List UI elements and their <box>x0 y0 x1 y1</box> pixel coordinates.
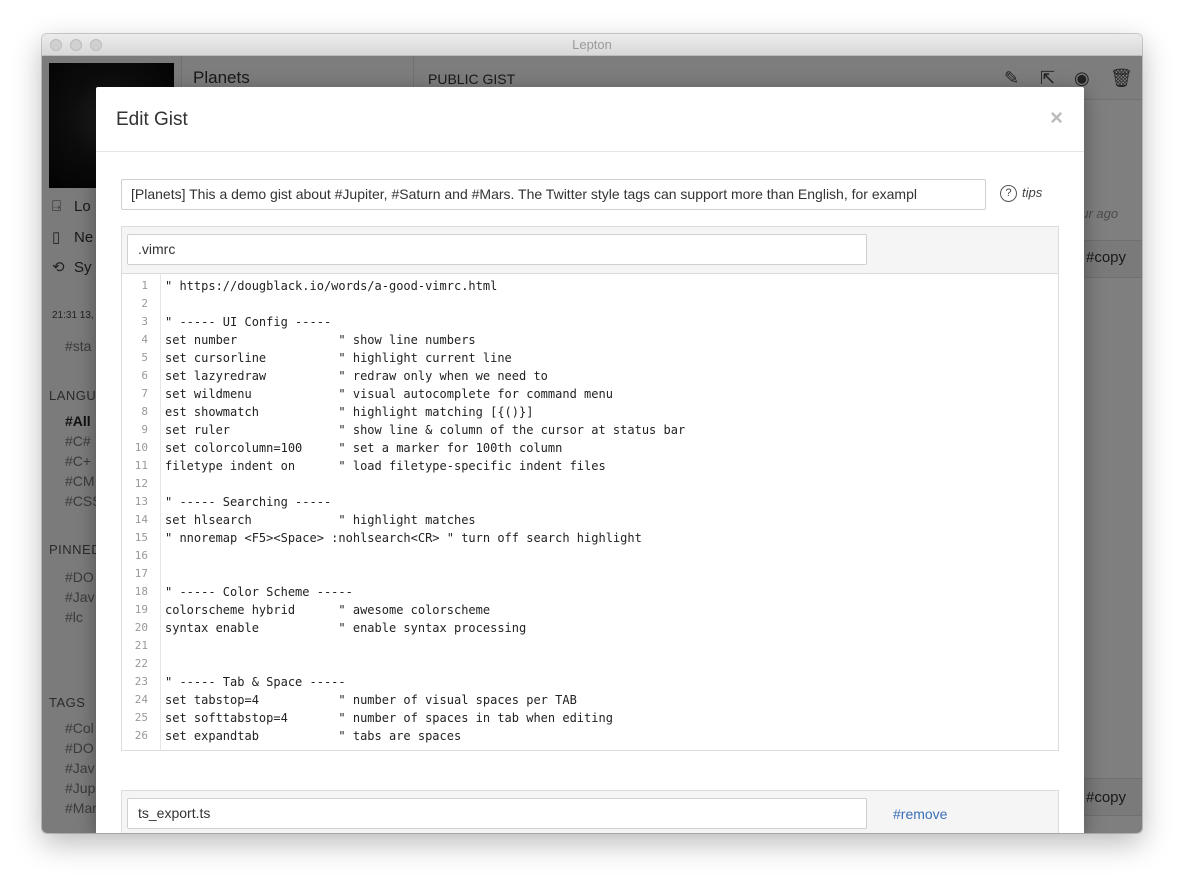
code-line[interactable]: 23 " ----- Tab & Space ----- <box>122 673 1058 691</box>
code-text: " ----- Tab & Space ----- <box>165 675 346 689</box>
modal-title: Edit Gist <box>116 109 188 130</box>
line-number: 26 <box>134 729 148 742</box>
code-line[interactable]: 7 set wildmenu " visual autocomplete for … <box>122 385 1058 403</box>
line-number: 20 <box>134 621 148 634</box>
line-number: 10 <box>134 441 148 454</box>
code-line[interactable]: 2 <box>122 295 1058 313</box>
help-icon: ? <box>1000 185 1017 203</box>
code-line[interactable]: 18 " ----- Color Scheme ----- <box>122 583 1058 601</box>
code-text: set colorcolumn=100 " set a marker for 1… <box>165 441 563 455</box>
line-number: 13 <box>134 495 148 508</box>
edit-gist-modal: Edit Gist × [Planets] This a demo gist a… <box>96 87 1084 833</box>
code-line[interactable]: 21 <box>122 637 1058 655</box>
line-number: 18 <box>134 585 148 598</box>
code-text: colorscheme hybrid " awesome colorscheme <box>165 603 491 617</box>
line-number: 23 <box>134 675 148 688</box>
line-number: 8 <box>141 405 148 418</box>
code-line[interactable]: 12 <box>122 475 1058 493</box>
code-text: set ruler " show line & column of the cu… <box>165 423 686 437</box>
code-line[interactable]: 15 " nnoremap <F5><Space> :nohlsearch<CR>… <box>122 529 1058 547</box>
code-line[interactable]: 19 colorscheme hybrid " awesome colorsche… <box>122 601 1058 619</box>
description-input[interactable]: [Planets] This a demo gist about #Jupite… <box>121 179 986 210</box>
remove-file-link[interactable]: #remove <box>893 806 947 822</box>
line-number: 12 <box>134 477 148 490</box>
code-text: set number " show line numbers <box>165 333 476 347</box>
minimize-window-button[interactable] <box>70 39 82 51</box>
filename-input[interactable]: .vimrc <box>127 234 867 265</box>
file-panel: .vimrc 1 " https://dougblack.io/words/a-g… <box>121 226 1059 751</box>
code-text: syntax enable " enable syntax processing <box>165 621 527 635</box>
code-text: set lazyredraw " redraw only when we nee… <box>165 369 548 383</box>
line-number: 19 <box>134 603 148 616</box>
code-text: est showmatch " highlight matching [{()}… <box>165 405 534 419</box>
code-text: filetype indent on " load filetype-speci… <box>165 459 606 473</box>
close-icon[interactable]: × <box>1050 105 1063 131</box>
line-number: 5 <box>141 351 148 364</box>
line-number: 7 <box>141 387 148 400</box>
app-body: ⍈Lo ▯Ne ⟲Sy 21:31 13, #sta LANGU #All #C… <box>42 56 1142 833</box>
code-line[interactable]: 25 set softtabstop=4 " number of spaces i… <box>122 709 1058 727</box>
line-number: 17 <box>134 567 148 580</box>
line-number: 2 <box>141 297 148 310</box>
code-text: " https://dougblack.io/words/a-good-vimr… <box>165 279 498 293</box>
line-number: 15 <box>134 531 148 544</box>
code-text: set cursorline " highlight current line <box>165 351 512 365</box>
close-window-button[interactable] <box>50 39 62 51</box>
code-text: set expandtab " tabs are spaces <box>165 729 462 743</box>
filename-input[interactable]: ts_export.ts <box>127 798 867 829</box>
code-line[interactable]: 14 set hlsearch " highlight matches <box>122 511 1058 529</box>
line-number: 11 <box>134 459 148 472</box>
line-number: 9 <box>141 423 148 436</box>
line-number: 22 <box>134 657 148 670</box>
code-line[interactable]: 4 set number " show line numbers <box>122 331 1058 349</box>
line-number: 21 <box>134 639 148 652</box>
code-line[interactable]: 20 syntax enable " enable syntax processi… <box>122 619 1058 637</box>
line-number: 4 <box>141 333 148 346</box>
code-line[interactable]: 22 <box>122 655 1058 673</box>
tips-link[interactable]: ? tips <box>1000 185 1042 203</box>
title-bar: Lepton <box>42 34 1142 56</box>
code-line[interactable]: 9 set ruler " show line & column of the c… <box>122 421 1058 439</box>
code-text: set wildmenu " visual autocomplete for c… <box>165 387 613 401</box>
window-title: Lepton <box>572 37 612 52</box>
code-text: " nnoremap <F5><Space> :nohlsearch<CR> "… <box>165 531 642 545</box>
line-number: 6 <box>141 369 148 382</box>
code-text: " ----- Color Scheme ----- <box>165 585 353 599</box>
file-panel: ts_export.ts #remove <box>121 790 1059 833</box>
code-line[interactable]: 1 " https://dougblack.io/words/a-good-vim… <box>122 277 1058 295</box>
code-line[interactable]: 24 set tabstop=4 " number of visual space… <box>122 691 1058 709</box>
code-editor[interactable]: 1 " https://dougblack.io/words/a-good-vim… <box>122 273 1058 750</box>
app-window: Lepton ⍈Lo ▯Ne ⟲Sy 21:31 13, #sta LANGU … <box>42 34 1142 833</box>
code-text: set tabstop=4 " number of visual spaces … <box>165 693 577 707</box>
code-text: " ----- UI Config ----- <box>165 315 332 329</box>
line-number: 25 <box>134 711 148 724</box>
code-line[interactable]: 26 set expandtab " tabs are spaces <box>122 727 1058 745</box>
code-line[interactable]: 6 set lazyredraw " redraw only when we ne… <box>122 367 1058 385</box>
code-line[interactable]: 3 " ----- UI Config ----- <box>122 313 1058 331</box>
line-number: 14 <box>134 513 148 526</box>
line-number: 3 <box>141 315 148 328</box>
modal-header: Edit Gist × <box>96 87 1084 152</box>
line-number: 1 <box>141 279 148 292</box>
code-line[interactable]: 8 est showmatch " highlight matching [{()… <box>122 403 1058 421</box>
code-line[interactable]: 10 set colorcolumn=100 " set a marker for… <box>122 439 1058 457</box>
zoom-window-button[interactable] <box>90 39 102 51</box>
line-number: 16 <box>134 549 148 562</box>
line-number: 24 <box>134 693 148 706</box>
code-text: set hlsearch " highlight matches <box>165 513 476 527</box>
code-text: set softtabstop=4 " number of spaces in … <box>165 711 613 725</box>
code-line[interactable]: 5 set cursorline " highlight current line <box>122 349 1058 367</box>
code-line[interactable]: 17 <box>122 565 1058 583</box>
code-text: " ----- Searching ----- <box>165 495 332 509</box>
code-line[interactable]: 11 filetype indent on " load filetype-spe… <box>122 457 1058 475</box>
code-line[interactable]: 13 " ----- Searching ----- <box>122 493 1058 511</box>
code-line[interactable]: 16 <box>122 547 1058 565</box>
